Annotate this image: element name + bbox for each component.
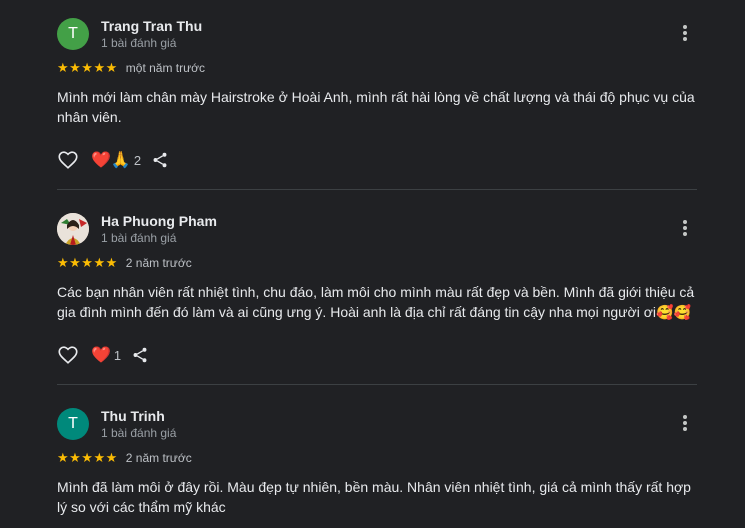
share-icon[interactable] <box>131 346 149 364</box>
like-heart-icon[interactable] <box>57 149 79 171</box>
review-time: 2 năm trước <box>125 451 192 465</box>
review-card: T Trang Tran Thu 1 bài đánh giá ★★★★★ mộ… <box>57 17 697 171</box>
review-count: 1 bài đánh giá <box>101 36 177 50</box>
review-time: một năm trước <box>125 61 206 75</box>
reviewer-name[interactable]: Trang Tran Thu <box>101 18 202 34</box>
review-text: Các bạn nhân viên rất nhiệt tình, chu đá… <box>57 284 695 320</box>
reaction-count: 2 <box>133 152 142 168</box>
divider <box>57 189 697 190</box>
avatar[interactable]: T <box>57 18 89 50</box>
avatar[interactable]: T <box>57 408 89 440</box>
review-card: Ha Phuong Pham 1 bài đánh giá ★★★★★ 2 nă… <box>57 212 697 366</box>
share-icon[interactable] <box>151 151 169 169</box>
reaction-emojis: ❤️🙏 <box>91 152 131 169</box>
more-options-icon[interactable] <box>681 415 689 433</box>
more-options-icon[interactable] <box>681 220 689 238</box>
reactions[interactable]: ❤️ 1 <box>91 345 121 365</box>
review-text: Mình mới làm chân mày Hairstroke ở Hoài … <box>57 89 695 125</box>
star-rating: ★★★★★ <box>57 450 118 465</box>
reviewer-name[interactable]: Ha Phuong Pham <box>101 213 217 229</box>
star-rating: ★★★★★ <box>57 60 118 75</box>
star-rating: ★★★★★ <box>57 255 118 270</box>
reaction-emojis: ❤️ <box>91 347 111 364</box>
reviewer-name[interactable]: Thu Trinh <box>101 408 165 424</box>
review-count: 1 bài đánh giá <box>101 426 177 440</box>
review-time: 2 năm trước <box>125 256 192 270</box>
reaction-count: 1 <box>113 347 122 363</box>
like-heart-icon[interactable] <box>57 344 79 366</box>
divider <box>57 384 697 385</box>
review-card: T Thu Trinh 1 bài đánh giá ★★★★★ 2 năm t… <box>57 407 697 517</box>
review-text: Mình đã làm môi ở đây rồi. Màu đẹp tự nh… <box>57 479 691 515</box>
review-count: 1 bài đánh giá <box>101 231 177 245</box>
reactions[interactable]: ❤️🙏 2 <box>91 150 141 170</box>
avatar-photo <box>57 213 89 245</box>
avatar[interactable] <box>57 213 89 245</box>
more-options-icon[interactable] <box>681 25 689 43</box>
